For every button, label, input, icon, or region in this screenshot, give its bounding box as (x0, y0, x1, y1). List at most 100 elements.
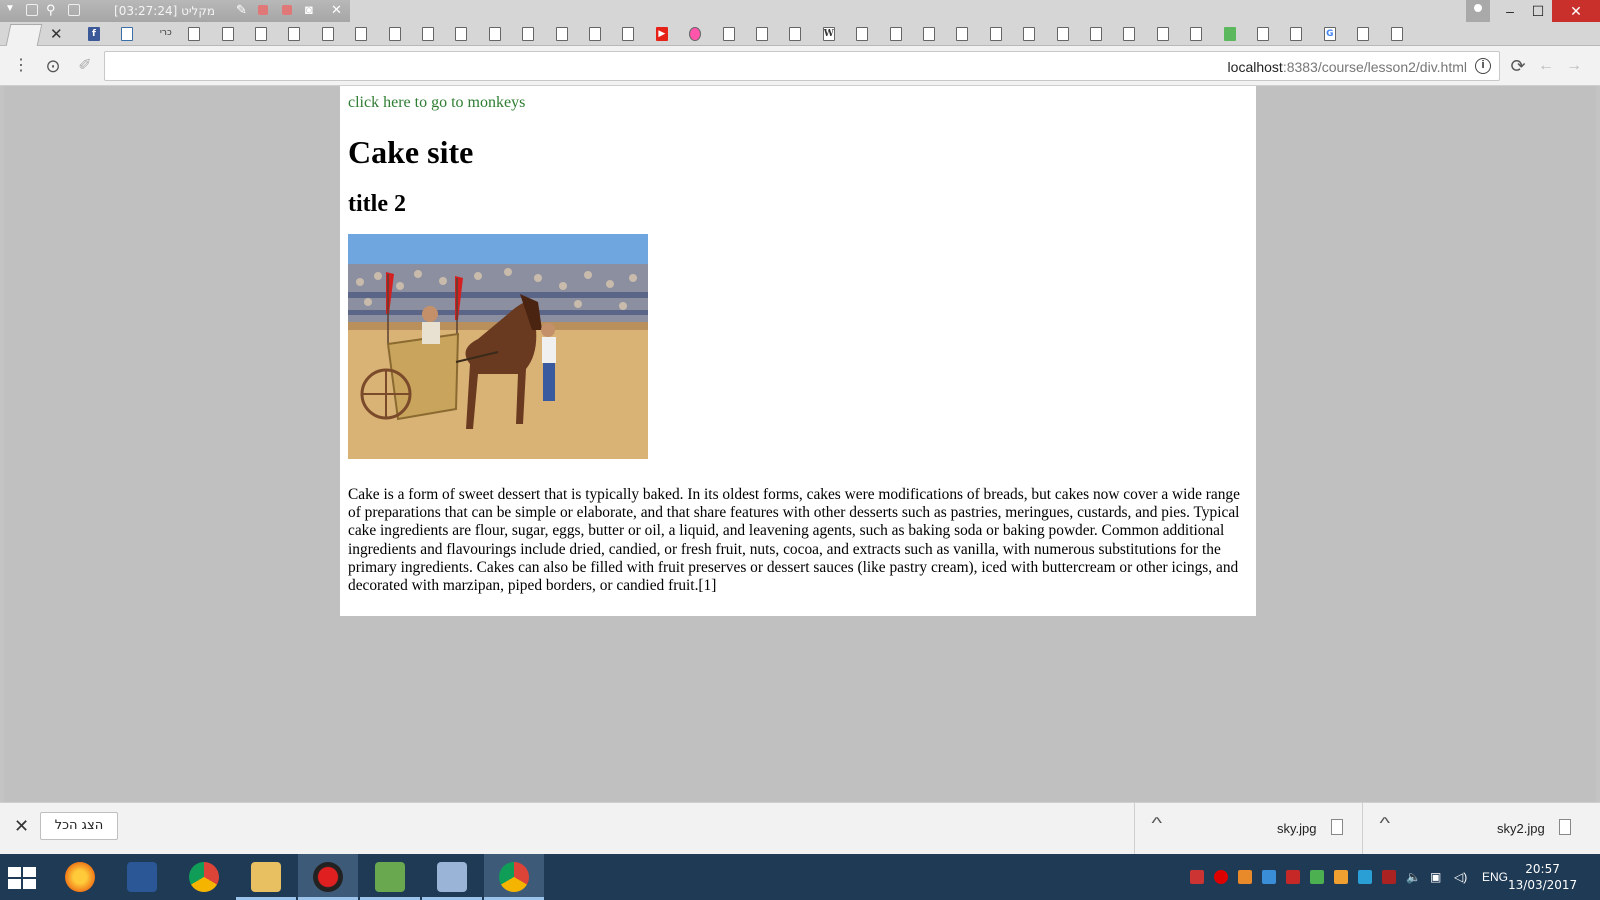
volume-icon[interactable]: 🔈 (1406, 870, 1421, 884)
google-icon: G (1323, 27, 1336, 41)
tray-icon[interactable] (1238, 870, 1252, 884)
browser-tab-strip: ▼ ⚲ מקליט [03:27:24] ✎ ◙ ✕ – ☐ ✕ ✕ f כרי ▶… (0, 0, 1600, 46)
tab[interactable] (412, 22, 446, 46)
tab[interactable] (1347, 22, 1381, 46)
tab[interactable]: כרי (145, 22, 179, 46)
camera-icon[interactable]: ◙ (305, 2, 313, 17)
tab[interactable] (1113, 22, 1147, 46)
restore-icon[interactable] (26, 4, 38, 16)
tab[interactable] (880, 22, 914, 46)
pause-icon[interactable] (258, 5, 268, 15)
tab[interactable] (746, 22, 780, 46)
tab[interactable] (111, 22, 145, 46)
shelf-close-icon[interactable]: ✕ (14, 816, 29, 837)
taskbar-app-editor[interactable] (360, 854, 420, 900)
tab[interactable] (479, 22, 513, 46)
home-icon[interactable]: ⊙ (42, 55, 64, 77)
tab[interactable] (512, 22, 546, 46)
taskbar-app-word[interactable] (112, 854, 172, 900)
tab[interactable] (1214, 22, 1248, 46)
clock[interactable]: 20:57 13/03/2017 (1508, 861, 1577, 893)
zoom-icon[interactable]: ⚲ (46, 2, 56, 18)
taskbar-app-chrome[interactable] (174, 854, 234, 900)
tab[interactable]: ▶ (646, 22, 680, 46)
tab[interactable] (1147, 22, 1181, 46)
tab[interactable] (1080, 22, 1114, 46)
tab[interactable]: W (813, 22, 847, 46)
tab[interactable] (212, 22, 246, 46)
tab[interactable] (779, 22, 813, 46)
minimize-button[interactable]: – (1496, 0, 1524, 22)
reload-icon[interactable]: ⟳ (1507, 55, 1529, 77)
tab[interactable] (278, 22, 312, 46)
window-close-button[interactable]: ✕ (1552, 0, 1600, 22)
window-icon[interactable] (68, 4, 80, 16)
tab-close-icon[interactable]: ✕ (50, 25, 63, 43)
tab[interactable] (713, 22, 747, 46)
tray-icon[interactable] (1262, 870, 1276, 884)
tray-icon[interactable] (1334, 870, 1348, 884)
tab[interactable] (579, 22, 613, 46)
tab[interactable] (312, 22, 346, 46)
tab[interactable] (846, 22, 880, 46)
tab[interactable] (245, 22, 279, 46)
tab[interactable] (379, 22, 413, 46)
tab[interactable]: f (78, 22, 112, 46)
document-icon (1357, 27, 1370, 41)
tray-icon[interactable] (1358, 870, 1372, 884)
monkeys-link[interactable]: click here to go to monkeys (348, 94, 1248, 112)
tab[interactable] (913, 22, 947, 46)
tab[interactable] (345, 22, 379, 46)
tab[interactable] (980, 22, 1014, 46)
taskbar-app-chrome-active[interactable] (484, 854, 544, 900)
taskbar-app-firefox[interactable] (50, 854, 110, 900)
network-icon[interactable]: ▣ (1430, 870, 1441, 884)
tray-icon[interactable] (1190, 870, 1204, 884)
start-button[interactable] (8, 867, 36, 889)
download-item[interactable]: ^ sky2.jpg (1362, 803, 1584, 855)
document-icon (856, 27, 869, 41)
url-text[interactable]: localhost:8383/course/lesson2/div.html (1228, 59, 1467, 75)
tab[interactable] (1013, 22, 1047, 46)
chevron-up-icon[interactable]: ^ (1151, 815, 1162, 833)
stop-icon[interactable] (282, 5, 292, 15)
chevron-down-icon[interactable]: ▼ (5, 3, 15, 14)
address-bar[interactable]: localhost:8383/course/lesson2/div.html i (104, 51, 1500, 81)
record-tray-icon[interactable] (1214, 870, 1228, 884)
show-all-button[interactable]: הצג הכל (40, 812, 118, 840)
download-item[interactable]: ^ sky.jpg (1134, 803, 1356, 855)
tab-active[interactable] (5, 24, 43, 46)
tab[interactable] (1180, 22, 1214, 46)
tray-icon[interactable] (1382, 870, 1396, 884)
menu-icon[interactable]: ⋮ (10, 55, 32, 77)
back-icon[interactable]: ← (1535, 55, 1557, 77)
user-profile-icon[interactable] (1466, 0, 1490, 22)
tab[interactable] (1280, 22, 1314, 46)
taskbar-app-virtualbox[interactable] (422, 854, 482, 900)
tab[interactable] (679, 22, 713, 46)
extension-icon[interactable]: ✐ (74, 55, 96, 77)
tab[interactable] (946, 22, 980, 46)
tab[interactable] (1047, 22, 1081, 46)
tray-icon[interactable] (1310, 870, 1324, 884)
tab[interactable]: G (1314, 22, 1348, 46)
tab[interactable] (1381, 22, 1415, 46)
tab[interactable] (612, 22, 646, 46)
info-icon[interactable]: i (1475, 58, 1491, 74)
document-icon (589, 27, 601, 41)
close-icon[interactable]: ✕ (331, 2, 342, 18)
speaker-icon[interactable]: ◁) (1454, 870, 1467, 884)
facebook-icon: f (88, 27, 100, 41)
taskbar-app-recorder[interactable] (298, 854, 358, 900)
taskbar-app-explorer[interactable] (236, 854, 296, 900)
language-indicator[interactable]: ENG (1482, 870, 1508, 884)
tab[interactable] (178, 22, 212, 46)
tab[interactable] (1247, 22, 1281, 46)
maximize-button[interactable]: ☐ (1524, 0, 1552, 22)
tray-icon[interactable] (1286, 870, 1300, 884)
tab[interactable] (546, 22, 580, 46)
forward-icon[interactable]: → (1563, 55, 1585, 77)
chevron-up-icon[interactable]: ^ (1379, 815, 1390, 833)
pencil-icon[interactable]: ✎ (236, 2, 247, 18)
tab[interactable] (445, 22, 479, 46)
